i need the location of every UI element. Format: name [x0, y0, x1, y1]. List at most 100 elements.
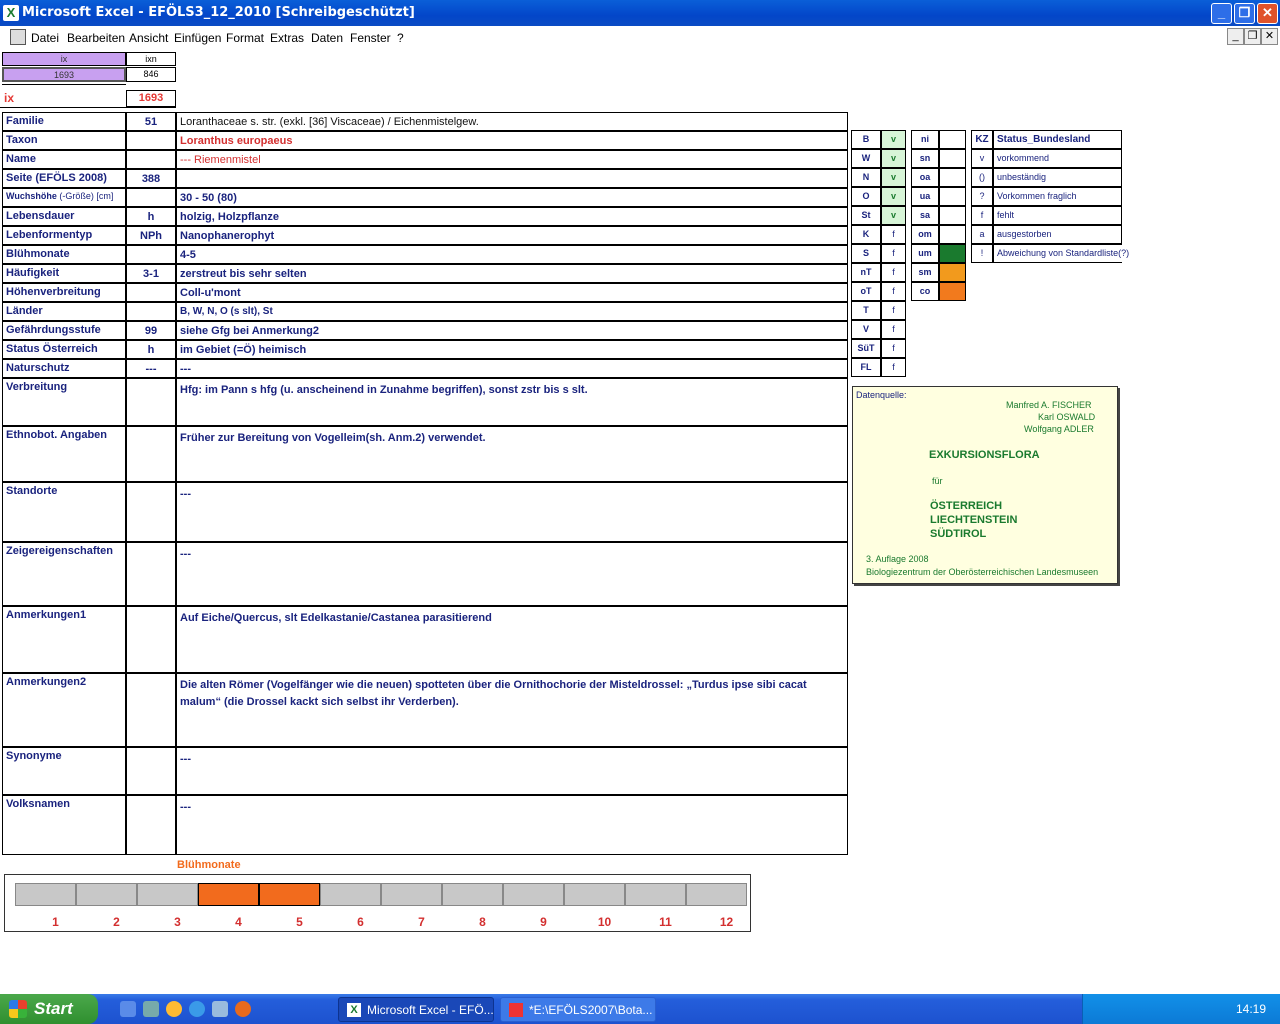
month-bar-1: [15, 883, 76, 906]
row-label-naturschutz: Naturschutz: [2, 359, 126, 378]
land-status-oT[interactable]: f: [881, 282, 906, 301]
row-value-taxon[interactable]: Loranthus europaeus: [176, 131, 848, 150]
doc-close-button[interactable]: ✕: [1261, 28, 1278, 45]
hoehe-marker-ua: [939, 187, 966, 206]
month-bar-7: [381, 883, 442, 906]
row-label-höhenverbreitung: Höhenverbreitung: [2, 283, 126, 302]
start-button[interactable]: Start: [0, 994, 98, 1024]
firefox-icon[interactable]: [235, 1001, 251, 1017]
row-value-volksnamen[interactable]: ---: [176, 795, 848, 855]
explorer-icon[interactable]: [143, 1001, 159, 1017]
land-status-O[interactable]: v: [881, 187, 906, 206]
land-status-T[interactable]: f: [881, 301, 906, 320]
quelle-edition: 3. Auflage 2008: [866, 554, 929, 564]
row-value-wuchshöhe[interactable]: 30 - 50 (80): [176, 188, 848, 207]
doc-minimize-button[interactable]: _: [1227, 28, 1244, 45]
row-value-name[interactable]: --- Riemenmistel: [176, 150, 848, 169]
row-value-lebenformentyp[interactable]: Nanophanerophyt: [176, 226, 848, 245]
land-status-St[interactable]: v: [881, 206, 906, 225]
land-code-K: K: [851, 225, 881, 244]
row-value-seite-eföls-2008[interactable]: [176, 169, 848, 188]
land-status-K[interactable]: f: [881, 225, 906, 244]
menu-datei[interactable]: Datei: [31, 31, 59, 45]
row-value-status-österreich[interactable]: im Gebiet (=Ö) heimisch: [176, 340, 848, 359]
ix-divider: [2, 84, 126, 85]
row-value-ethnobot-angaben[interactable]: Früher zur Bereitung von Vogelleim(sh. A…: [176, 426, 848, 482]
menu-format[interactable]: Format: [226, 31, 264, 45]
menu-daten[interactable]: Daten: [311, 31, 343, 45]
row-value-standorte[interactable]: ---: [176, 482, 848, 542]
row-value-anmerkungen1[interactable]: Auf Eiche/Quercus, slt Edelkastanie/Cast…: [176, 606, 848, 673]
row-value-häufigkeit[interactable]: zerstreut bis sehr selten: [176, 264, 848, 283]
menu-bearbeiten[interactable]: Bearbeiten: [67, 31, 125, 45]
row-code-höhenverbreitung: [126, 283, 176, 302]
land-status-S[interactable]: f: [881, 244, 906, 263]
row-value-gefährdungsstufe[interactable]: siehe Gfg bei Anmerkung2: [176, 321, 848, 340]
ie-icon[interactable]: [189, 1001, 205, 1017]
row-code-status-österreich: h: [126, 340, 176, 359]
land-code-St: St: [851, 206, 881, 225]
row-label-taxon: Taxon: [2, 131, 126, 150]
ixn-value: 846: [126, 67, 176, 82]
quelle-fuer: für: [932, 476, 943, 486]
status-kz: v: [971, 149, 993, 168]
mail-icon[interactable]: [212, 1001, 228, 1017]
row-label-text: Wuchshöhe: [6, 191, 57, 201]
land-status-B[interactable]: v: [881, 130, 906, 149]
row-value-höhenverbreitung[interactable]: Coll-u'mont: [176, 283, 848, 302]
ix-header: ix: [2, 52, 126, 66]
doc-restore-button[interactable]: ❐: [1244, 28, 1261, 45]
month-label-6: 6: [357, 915, 364, 929]
status-text: Vorkommen fraglich: [993, 187, 1122, 206]
task-editor[interactable]: *E:\EFÖLS2007\Bota...: [500, 997, 656, 1022]
month-label-2: 2: [113, 915, 120, 929]
media-player-icon[interactable]: [166, 1001, 182, 1017]
menu-extras[interactable]: Extras: [270, 31, 304, 45]
close-button[interactable]: ✕: [1257, 3, 1278, 24]
status-text: Abweichung von Standardliste(?): [993, 244, 1129, 263]
land-status-W[interactable]: v: [881, 149, 906, 168]
menu-einfügen[interactable]: Einfügen: [174, 31, 221, 45]
row-label-gefährdungsstufe: Gefährdungsstufe: [2, 321, 126, 340]
row-value-blühmonate[interactable]: 4-5: [176, 245, 848, 264]
taskbar: Start X Microsoft Excel - EFÖ... *E:\EFÖ…: [0, 994, 1280, 1024]
minimize-button[interactable]: _: [1211, 3, 1232, 24]
row-code-anmerkungen2: [126, 673, 176, 747]
month-label-8: 8: [479, 915, 486, 929]
row-value-naturschutz[interactable]: ---: [176, 359, 848, 378]
hoehe-code-um: um: [911, 244, 939, 263]
row-value-synonyme[interactable]: ---: [176, 747, 848, 795]
task-excel[interactable]: X Microsoft Excel - EFÖ...: [338, 997, 494, 1022]
row-value-länder[interactable]: B, W, N, O (s slt), St: [176, 302, 848, 321]
restore-button[interactable]: ❐: [1234, 3, 1255, 24]
menu-help[interactable]: ?: [397, 31, 404, 45]
land-status-SüT[interactable]: f: [881, 339, 906, 358]
land-status-nT[interactable]: f: [881, 263, 906, 282]
row-value-zeigereigenschaften[interactable]: ---: [176, 542, 848, 606]
row-label-lebensdauer: Lebensdauer: [2, 207, 126, 226]
land-status-FL[interactable]: f: [881, 358, 906, 377]
row-value-lebensdauer[interactable]: holzig, Holzpflanze: [176, 207, 848, 226]
row-value-familie[interactable]: Loranthaceae s. str. (exkl. [36] Viscace…: [176, 112, 848, 131]
row-label-länder: Länder: [2, 302, 126, 321]
row-value-anmerkungen2[interactable]: Die alten Römer (Vogelfänger wie die neu…: [176, 673, 848, 747]
land-status-N[interactable]: v: [881, 168, 906, 187]
month-label-5: 5: [296, 915, 303, 929]
row-value-verbreitung[interactable]: Hfg: im Pann s hfg (u. anscheinend in Zu…: [176, 378, 848, 426]
row-label-anmerkungen2: Anmerkungen2: [2, 673, 126, 747]
workbook-icon[interactable]: [10, 29, 26, 45]
row-label-seite-eföls-2008: Seite (EFÖLS 2008): [2, 169, 126, 188]
menu-bar: Datei Bearbeiten Ansicht Einfügen Format Extr…: [0, 28, 1280, 48]
menu-fenster[interactable]: Fenster: [350, 31, 391, 45]
row-code-häufigkeit: 3-1: [126, 264, 176, 283]
country-1: ÖSTERREICH: [930, 500, 1003, 512]
row-code-wuchshöhe: [126, 188, 176, 207]
month-label-3: 3: [174, 915, 181, 929]
ix-value[interactable]: 1693: [2, 67, 126, 82]
desktop-icon[interactable]: [120, 1001, 136, 1017]
land-status-V[interactable]: f: [881, 320, 906, 339]
menu-ansicht[interactable]: Ansicht: [129, 31, 168, 45]
ix-underline: [0, 107, 176, 108]
author-3: Wolfgang ADLER: [1024, 424, 1094, 434]
status-kz: f: [971, 206, 993, 225]
